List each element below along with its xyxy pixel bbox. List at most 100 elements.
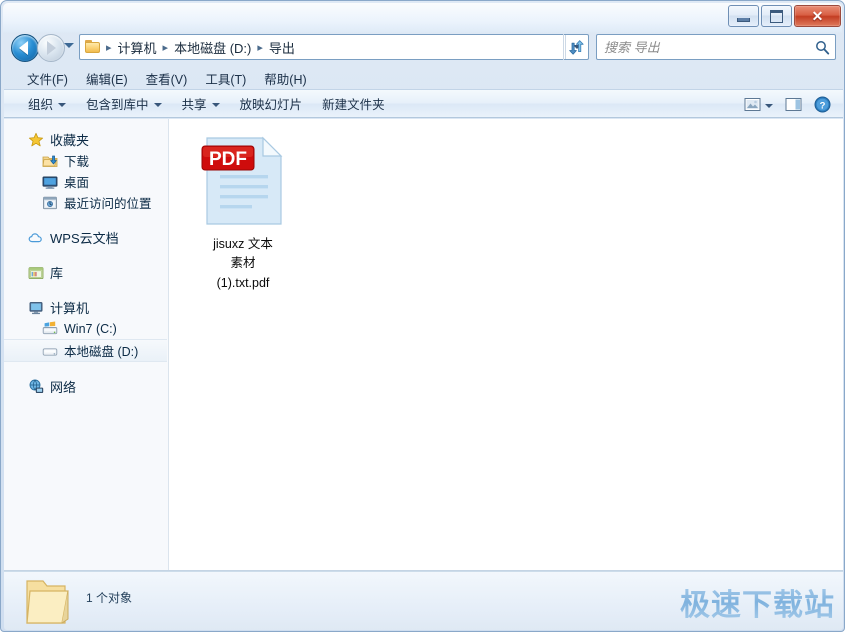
chevron-down-icon	[211, 102, 220, 107]
watermark-label: 极速下载站	[680, 580, 835, 624]
sidebar-item-libraries[interactable]: 库	[4, 262, 168, 283]
sidebar-item-label: WPS云文档	[50, 231, 119, 246]
include-in-library-button[interactable]: 包含到库中	[76, 91, 172, 116]
sidebar-item-favorites[interactable]: 收藏夹	[4, 129, 168, 150]
chevron-down-icon	[153, 102, 162, 107]
open-folder-icon	[21, 575, 73, 630]
help-button[interactable]: ?	[810, 94, 835, 115]
change-view-icon	[744, 98, 761, 111]
refresh-button[interactable]	[563, 34, 588, 60]
sidebar-item-label: 本地磁盘 (D:)	[64, 345, 139, 359]
file-name-line-3: (1).txt.pdf	[216, 275, 270, 290]
menu-item-edit[interactable]: 编辑(E)	[77, 67, 137, 90]
help-icon: ?	[814, 96, 831, 113]
window-controls: ✕	[728, 5, 841, 27]
system-drive-icon	[42, 321, 58, 334]
chevron-down-icon	[58, 102, 67, 107]
sidebar-item-wps-cloud[interactable]: WPS云文档	[4, 227, 168, 248]
menu-item-help[interactable]: 帮助(H)	[255, 67, 315, 90]
file-name-line-1: jisuxz 文本	[213, 237, 273, 251]
breadcrumb-separator-1: ▸	[162, 41, 169, 54]
nav-group-wps-cloud: WPS云文档	[4, 227, 168, 248]
sidebar-item-win7-c[interactable]: Win7 (C:)	[4, 318, 168, 339]
nav-group-network: 网络	[4, 376, 168, 397]
arrow-left-icon	[19, 41, 28, 55]
forward-button[interactable]	[37, 34, 65, 62]
svg-text:?: ?	[820, 100, 826, 111]
cloud-icon	[28, 232, 42, 242]
share-button[interactable]: 共享	[172, 91, 230, 116]
breadcrumb-item-export[interactable]: 导出	[266, 36, 298, 59]
sidebar-item-network[interactable]: 网络	[4, 376, 168, 397]
downloads-folder-icon	[42, 155, 58, 167]
include-in-library-label: 包含到库中	[86, 98, 149, 112]
back-button[interactable]	[11, 34, 39, 62]
sidebar-item-recent-places[interactable]: 最近访问的位置	[4, 192, 168, 213]
nav-group-computer: 计算机 Win7 (C:) 本地磁盘 (D:)	[4, 297, 168, 362]
star-icon	[28, 132, 44, 146]
recent-pages-dropdown[interactable]	[64, 43, 74, 48]
command-bar-right: ?	[740, 90, 835, 119]
file-list[interactable]: PDF jisuxz 文本 素材 (1).txt.pdf	[169, 119, 843, 570]
breadcrumb-item-computer[interactable]: 计算机	[115, 36, 160, 59]
sidebar-item-label: 下载	[64, 155, 90, 169]
sidebar-item-label: 计算机	[50, 301, 90, 316]
folder-icon	[85, 40, 101, 54]
chevron-down-icon	[765, 103, 773, 108]
status-text: 1 个对象	[86, 591, 133, 605]
change-view-button[interactable]	[740, 95, 777, 114]
title-bar: ✕	[1, 1, 845, 29]
minimize-button[interactable]	[728, 5, 759, 27]
menu-bar: 文件(F) 编辑(E) 查看(V) 工具(T) 帮助(H)	[4, 67, 843, 89]
slideshow-label: 放映幻灯片	[239, 98, 303, 112]
drive-icon	[42, 347, 58, 356]
breadcrumb-item-drive-d[interactable]: 本地磁盘 (D:)	[171, 36, 254, 59]
organize-button[interactable]: 组织	[18, 91, 76, 116]
explorer-window: ✕ ▸ 计算机 ▸ 本地磁盘 (D:) ▸ 导出 搜索 导出 文件(F) 编辑(…	[0, 0, 845, 632]
navigation-row: ▸ 计算机 ▸ 本地磁盘 (D:) ▸ 导出	[1, 30, 845, 66]
address-bar[interactable]: ▸ 计算机 ▸ 本地磁盘 (D:) ▸ 导出	[79, 34, 589, 60]
nav-group-libraries: 库	[4, 262, 168, 283]
refresh-icon	[568, 39, 584, 55]
file-name-line-2: 素材	[230, 256, 256, 271]
preview-pane-icon	[785, 98, 802, 111]
new-folder-button[interactable]: 新建文件夹	[312, 91, 395, 116]
menu-item-file[interactable]: 文件(F)	[18, 67, 77, 90]
search-icon	[809, 40, 835, 55]
breadcrumb-separator-0: ▸	[106, 41, 112, 54]
sidebar-item-local-disk-d[interactable]: 本地磁盘 (D:)	[4, 339, 167, 362]
sidebar-item-label: 桌面	[64, 176, 90, 190]
menu-item-view[interactable]: 查看(V)	[137, 67, 197, 90]
new-folder-label: 新建文件夹	[322, 98, 385, 112]
sidebar-item-label: 最近访问的位置	[64, 197, 152, 211]
organize-label: 组织	[28, 98, 54, 112]
sidebar-item-desktop[interactable]: 桌面	[4, 171, 168, 192]
nav-group-favorites: 收藏夹 下载 桌面 最近访问的位置	[4, 129, 168, 213]
list-item[interactable]: PDF jisuxz 文本 素材 (1).txt.pdf	[183, 131, 303, 293]
menu-item-tools[interactable]: 工具(T)	[196, 67, 255, 90]
preview-pane-button[interactable]	[781, 95, 806, 114]
search-input[interactable]	[597, 38, 809, 56]
recent-places-icon	[43, 196, 57, 209]
sidebar-item-computer[interactable]: 计算机	[4, 297, 168, 318]
network-icon	[29, 379, 44, 393]
status-bar: 1 个对象 极速下载站	[4, 571, 843, 630]
close-icon: ✕	[811, 8, 824, 24]
desktop-icon	[42, 176, 58, 189]
sidebar-item-label: 网络	[50, 380, 77, 395]
sidebar-item-label: Win7 (C:)	[64, 321, 117, 336]
search-box[interactable]	[596, 34, 836, 60]
breadcrumb[interactable]: ▸ 计算机 ▸ 本地磁盘 (D:) ▸ 导出	[80, 35, 565, 59]
navigation-pane[interactable]: 收藏夹 下载 桌面 最近访问的位置 WPS云文档 库 计算机 Win7 (C:)…	[4, 119, 169, 570]
sidebar-item-downloads[interactable]: 下载	[4, 150, 168, 171]
explorer-body: 收藏夹 下载 桌面 最近访问的位置 WPS云文档 库 计算机 Win7 (C:)…	[4, 119, 843, 571]
share-label: 共享	[181, 98, 207, 112]
breadcrumb-separator-2: ▸	[257, 41, 263, 54]
sidebar-item-label: 收藏夹	[50, 133, 90, 148]
slideshow-button[interactable]: 放映幻灯片	[230, 91, 313, 116]
close-button[interactable]: ✕	[794, 5, 841, 27]
pdf-badge-label: PDF	[209, 149, 247, 170]
maximize-button[interactable]	[761, 5, 792, 27]
minimize-icon	[737, 17, 750, 22]
sidebar-item-label: 库	[50, 266, 64, 281]
